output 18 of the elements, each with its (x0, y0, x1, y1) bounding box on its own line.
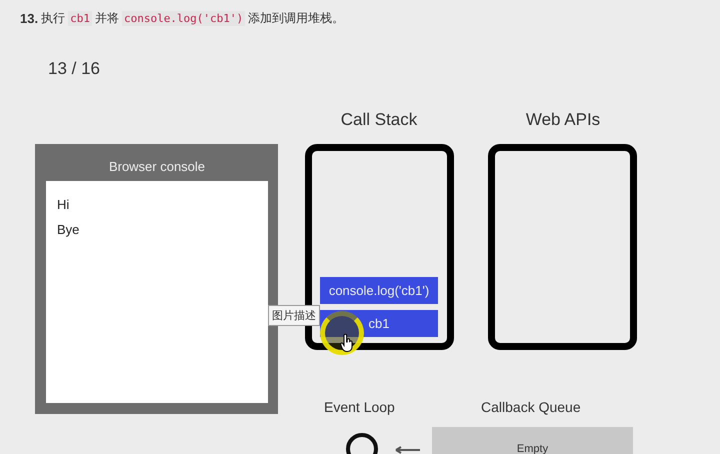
stack-frame: cb1 (320, 310, 438, 337)
panel-title: Browser console (108, 158, 206, 176)
section-title: Web APIs (524, 110, 602, 130)
heading-text: 并将 (94, 10, 119, 26)
section-title: Callback Queue (481, 399, 581, 415)
inline-code: cb1 (68, 10, 92, 26)
tooltip: 图片描述 (268, 305, 320, 326)
console-line: Hi (57, 197, 70, 214)
queue-status: Empty (516, 443, 548, 454)
inline-code: console.log('cb1') (122, 10, 246, 26)
step-number: 13. (20, 10, 38, 26)
stack-frame: console.log('cb1') (320, 277, 438, 304)
slide-counter: 13 / 16 (48, 59, 100, 79)
section-title: Call Stack (340, 110, 418, 130)
heading-text: 执行 (41, 10, 66, 26)
console-line: Bye (57, 222, 80, 239)
section-title: Event Loop (324, 399, 395, 415)
heading-text: 添加到调用堆栈。 (248, 10, 344, 26)
